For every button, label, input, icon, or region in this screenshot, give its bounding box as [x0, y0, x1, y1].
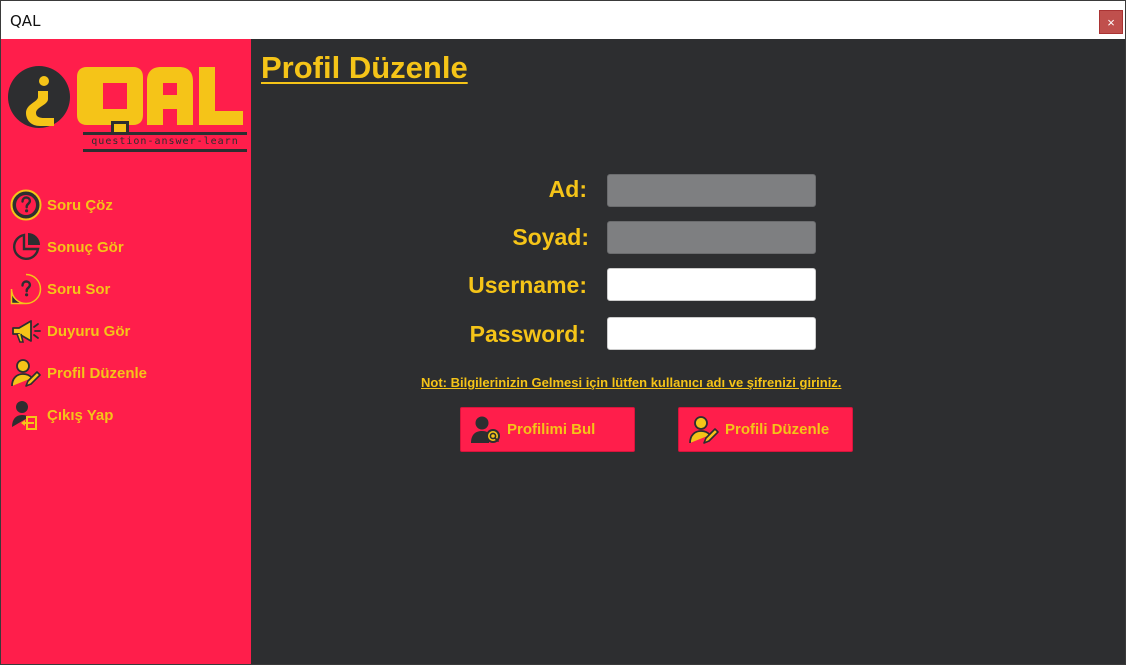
sidebar-item-label: Profil Düzenle	[47, 364, 148, 382]
user-edit-icon	[9, 356, 43, 390]
sidebar-item-soru-coz[interactable]: Soru Çöz	[9, 184, 249, 226]
sidebar-item-label: Soru Çöz	[47, 196, 113, 214]
edit-profile-button[interactable]: Profili Düzenle	[678, 407, 853, 452]
sidebar-item-duyuru-gor[interactable]: Duyuru Gör	[9, 310, 249, 352]
username-label: Username:	[468, 272, 587, 298]
sidebar-nav: Soru Çöz Sonuç Gör Soru Sor Duyuru Gör P…	[9, 184, 249, 436]
close-button[interactable]: ×	[1099, 10, 1123, 34]
page-title: Profil Düzenle	[261, 50, 468, 85]
title-bar: QAL ×	[1, 1, 1125, 39]
main-content: Profil Düzenle Ad: Soyad: Username: Pass…	[251, 39, 1125, 664]
sidebar-item-label: Soru Sor	[47, 280, 111, 298]
user-search-icon	[469, 413, 503, 447]
soyad-label: Soyad:	[512, 224, 589, 250]
app-window: QAL × question-answer-learn Soru Çöz Son…	[0, 0, 1126, 665]
sidebar-item-profil-duzenle[interactable]: Profil Düzenle	[9, 352, 249, 394]
ad-field[interactable]	[607, 174, 816, 207]
sidebar: question-answer-learn Soru Çöz Sonuç Gör…	[1, 39, 251, 664]
find-profile-button[interactable]: Profilimi Bul	[460, 407, 635, 452]
sidebar-item-cikis-yap[interactable]: Çıkış Yap	[9, 394, 249, 436]
sidebar-item-label: Çıkış Yap	[47, 406, 114, 424]
username-field[interactable]	[607, 268, 816, 301]
info-note: Not: Bilgilerinizin Gelmesi için lütfen …	[421, 375, 842, 390]
soyad-field[interactable]	[607, 221, 816, 254]
question-icon	[9, 188, 43, 222]
sidebar-item-soru-sor[interactable]: Soru Sor	[9, 268, 249, 310]
window-title: QAL	[10, 12, 41, 30]
find-profile-label: Profilimi Bul	[507, 421, 596, 438]
pie-chart-icon	[9, 230, 43, 264]
sidebar-item-label: Duyuru Gör	[47, 322, 131, 340]
password-field[interactable]	[607, 317, 816, 350]
user-edit-icon	[687, 413, 721, 447]
sidebar-item-sonuc-gor[interactable]: Sonuç Gör	[9, 226, 249, 268]
app-logo: question-answer-learn	[7, 61, 247, 153]
logout-icon	[9, 398, 43, 432]
question-icon	[9, 272, 43, 306]
edit-profile-label: Profili Düzenle	[725, 421, 830, 438]
sidebar-item-label: Sonuç Gör	[47, 238, 124, 256]
logo-tagline: question-answer-learn	[91, 136, 239, 147]
megaphone-icon	[9, 314, 43, 348]
ad-label: Ad:	[548, 176, 587, 202]
password-label: Password:	[469, 321, 586, 347]
